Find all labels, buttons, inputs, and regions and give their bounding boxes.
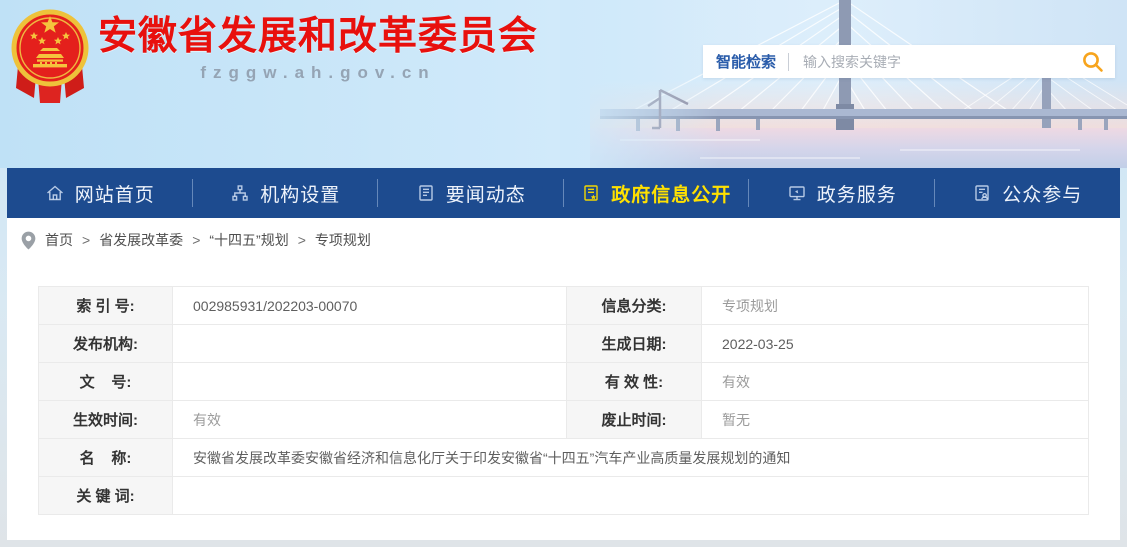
nav-item-gov-services[interactable]: 政务服务 [749, 168, 935, 218]
keywords-label: 关 键 词: [39, 477, 173, 515]
news-icon [416, 183, 436, 203]
table-row: 发布机构: 生成日期: 2022-03-25 [39, 325, 1089, 363]
nav-item-public-participation[interactable]: 公众参与 [935, 168, 1121, 218]
created-date-value: 2022-03-25 [702, 325, 1089, 363]
effective-time-label: 生效时间: [39, 401, 173, 439]
doc-number-value [173, 363, 567, 401]
home-icon [45, 183, 65, 203]
document-person-icon [972, 183, 992, 203]
search-input[interactable] [789, 54, 1077, 70]
created-date-label: 生成日期: [567, 325, 702, 363]
main-panel: 首页 > 省发展改革委 > “十四五”规划 > 专项规划 索 引 号: 0029… [7, 218, 1120, 540]
nav-item-home[interactable]: 网站首页 [7, 168, 193, 218]
breadcrumb-home[interactable]: 首页 [45, 230, 73, 250]
nav-item-news[interactable]: 要闻动态 [378, 168, 564, 218]
nav-item-label: 政府信息公开 [611, 180, 731, 207]
nav-item-label: 网站首页 [75, 180, 155, 207]
abolition-time-label: 废止时间: [567, 401, 702, 439]
site-title: 安徽省发展和改革委员会 [98, 16, 538, 59]
validity-label: 有 效 性: [567, 363, 702, 401]
table-row: 关 键 词: [39, 477, 1089, 515]
table-row: 索 引 号: 002985931/202203-00070 信息分类: 专项规划 [39, 287, 1089, 325]
index-number-label: 索 引 号: [39, 287, 173, 325]
breadcrumb-commission[interactable]: 省发展改革委 [99, 230, 183, 250]
breadcrumb-separator: > [192, 232, 200, 248]
index-number-value: 002985931/202203-00070 [173, 287, 567, 325]
site-logo[interactable]: 安徽省发展和改革委员会 fzggw.ah.gov.cn [10, 6, 538, 106]
table-row: 生效时间: 有效 废止时间: 暂无 [39, 401, 1089, 439]
validity-value: 有效 [702, 363, 1089, 401]
table-row: 名 称: 安徽省发展改革委安徽省经济和信息化厅关于印发安徽省“十四五”汽车产业高… [39, 439, 1089, 477]
search-icon [1081, 50, 1105, 74]
publisher-label: 发布机构: [39, 325, 173, 363]
breadcrumb-14th-plan[interactable]: “十四五”规划 [209, 230, 288, 250]
title-value: 安徽省发展改革委安徽省经济和信息化厅关于印发安徽省“十四五”汽车产业高质量发展规… [173, 439, 1089, 477]
breadcrumb: 首页 > 省发展改革委 > “十四五”规划 > 专项规划 [7, 218, 1120, 262]
main-nav: 网站首页 机构设置 要闻动态 政府信息公开 政务服务 公众参与 [7, 168, 1120, 218]
breadcrumb-special-plan[interactable]: 专项规划 [315, 230, 371, 250]
search-bar: 智能检索 [703, 45, 1115, 78]
org-chart-icon [230, 183, 250, 203]
abolition-time-value: 暂无 [702, 401, 1089, 439]
nav-item-organization[interactable]: 机构设置 [193, 168, 379, 218]
nav-item-gov-info-disclosure[interactable]: 政府信息公开 [564, 168, 750, 218]
info-category-label: 信息分类: [567, 287, 702, 325]
monitor-icon [787, 183, 807, 203]
smart-search-label[interactable]: 智能检索 [703, 51, 788, 72]
document-meta-section: 索 引 号: 002985931/202203-00070 信息分类: 专项规划… [7, 262, 1120, 515]
table-row: 文 号: 有 效 性: 有效 [39, 363, 1089, 401]
nav-item-label: 机构设置 [260, 180, 340, 207]
breadcrumb-separator: > [82, 232, 90, 248]
search-button[interactable] [1077, 50, 1115, 74]
national-emblem-icon [10, 6, 90, 106]
keywords-value [173, 477, 1089, 515]
info-category-value: 专项规划 [702, 287, 1089, 325]
site-header: 安徽省发展和改革委员会 fzggw.ah.gov.cn 智能检索 [0, 0, 1127, 168]
nav-item-label: 政务服务 [817, 180, 897, 207]
site-title-block: 安徽省发展和改革委员会 fzggw.ah.gov.cn [98, 6, 538, 83]
location-pin-icon [21, 231, 36, 250]
document-star-icon [581, 183, 601, 203]
nav-item-label: 公众参与 [1002, 180, 1082, 207]
doc-number-label: 文 号: [39, 363, 173, 401]
publisher-value [173, 325, 567, 363]
title-label: 名 称: [39, 439, 173, 477]
effective-time-value: 有效 [173, 401, 567, 439]
breadcrumb-separator: > [298, 232, 306, 248]
site-url: fzggw.ah.gov.cn [98, 63, 538, 83]
document-info-table: 索 引 号: 002985931/202203-00070 信息分类: 专项规划… [38, 286, 1089, 515]
nav-item-label: 要闻动态 [446, 180, 526, 207]
